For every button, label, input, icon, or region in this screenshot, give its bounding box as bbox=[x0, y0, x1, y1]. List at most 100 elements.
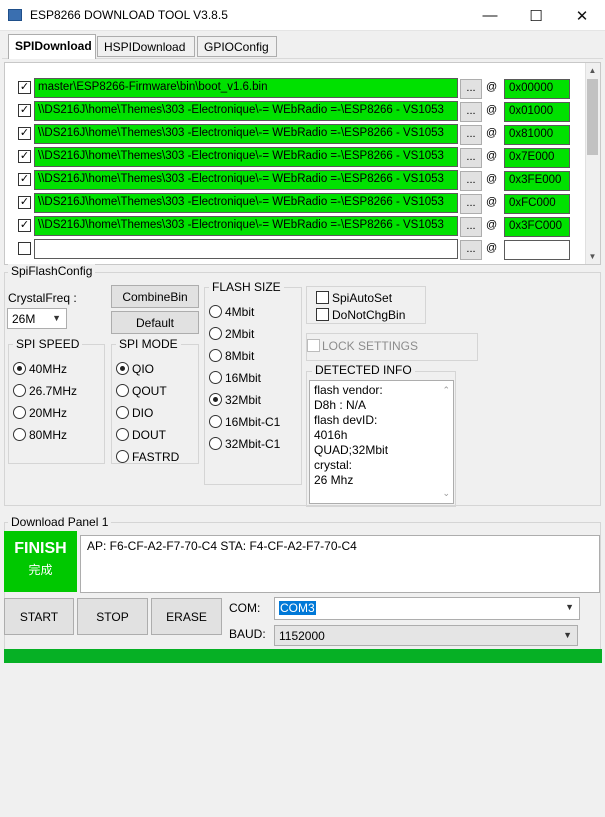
file-path-input[interactable]: \\DS216J\home\Themes\303 -Electronique\-… bbox=[34, 170, 458, 190]
start-button[interactable]: START bbox=[4, 598, 74, 635]
file-enable-checkbox[interactable]: ✓ bbox=[18, 219, 31, 232]
flash-address-input[interactable]: 0x01000 bbox=[504, 102, 570, 122]
title-bar: ESP8266 DOWNLOAD TOOL V3.8.5 — ☐ ✕ bbox=[0, 0, 605, 31]
flash-size-option-label: 8Mbit bbox=[225, 349, 255, 363]
file-enable-checkbox[interactable]: ✓ bbox=[18, 173, 31, 186]
spi-speed-option-label: 80MHz bbox=[29, 428, 68, 442]
file-browse-button[interactable]: ... bbox=[460, 79, 482, 99]
close-button[interactable]: ✕ bbox=[559, 0, 605, 31]
detected-line: D8h : N/A bbox=[314, 398, 367, 412]
stop-button[interactable]: STOP bbox=[77, 598, 148, 635]
combine-bin-button[interactable]: CombineBin bbox=[111, 285, 199, 308]
file-path-input[interactable]: \\DS216J\home\Themes\303 -Electronique\-… bbox=[34, 101, 458, 121]
default-button[interactable]: Default bbox=[111, 311, 199, 334]
baud-label: BAUD: bbox=[229, 627, 266, 641]
flash-address-input[interactable]: 0xFC000 bbox=[504, 194, 570, 214]
baud-value: 1152000 bbox=[279, 629, 325, 643]
file-enable-checkbox[interactable]: ✓ bbox=[18, 104, 31, 117]
baud-select[interactable]: 1152000 ▼ bbox=[274, 625, 578, 646]
flash-size-title: FLASH SIZE bbox=[209, 280, 284, 294]
spi-speed-option-label: 20MHz bbox=[29, 406, 68, 420]
minimize-button[interactable]: — bbox=[467, 0, 513, 31]
lock-settings-label: LOCK SETTINGS bbox=[322, 339, 419, 353]
scroll-down-icon[interactable]: ▼ bbox=[585, 249, 600, 264]
com-select[interactable]: COM3 ▼ bbox=[274, 597, 580, 620]
scroll-up-icon[interactable]: ▲ bbox=[585, 63, 600, 78]
flash-size-radio[interactable] bbox=[209, 371, 222, 384]
tab-gpioconfig[interactable]: GPIOConfig bbox=[197, 36, 277, 57]
crystal-freq-select[interactable]: 26M ▼ bbox=[7, 308, 67, 329]
window-title: ESP8266 DOWNLOAD TOOL V3.8.5 bbox=[30, 8, 228, 22]
spi-speed-option-label: 40MHz bbox=[29, 362, 68, 376]
chevron-down-icon: ▼ bbox=[563, 630, 572, 640]
flash-address-input[interactable]: 0x7E000 bbox=[504, 148, 570, 168]
chevron-down-icon[interactable]: ⌄ bbox=[442, 486, 450, 501]
file-path-input[interactable]: \\DS216J\home\Themes\303 -Electronique\-… bbox=[34, 147, 458, 167]
com-label: COM: bbox=[229, 601, 261, 615]
file-browse-button[interactable]: ... bbox=[460, 125, 482, 145]
spi-mode-option-label: QIO bbox=[132, 362, 155, 376]
file-enable-checkbox[interactable]: ✓ bbox=[18, 81, 31, 94]
file-browse-button[interactable]: ... bbox=[460, 240, 482, 260]
flash-size-option-label: 32Mbit bbox=[225, 393, 262, 407]
flash-size-radio[interactable] bbox=[209, 327, 222, 340]
spiflash-config-title: SpiFlashConfig bbox=[8, 264, 96, 278]
flash-size-radio[interactable] bbox=[209, 305, 222, 318]
file-path-input[interactable] bbox=[34, 239, 458, 259]
spi-speed-radio[interactable] bbox=[13, 384, 26, 397]
file-path-input[interactable]: \\DS216J\home\Themes\303 -Electronique\-… bbox=[34, 216, 458, 236]
file-path-input[interactable]: master\ESP8266-Firmware\bin\boot_v1.6.bi… bbox=[34, 78, 458, 98]
spi-mode-radio[interactable] bbox=[116, 362, 129, 375]
flash-address-input[interactable] bbox=[504, 240, 570, 260]
file-browse-button[interactable]: ... bbox=[460, 148, 482, 168]
flash-size-radio[interactable] bbox=[209, 393, 222, 406]
com-value: COM3 bbox=[279, 601, 316, 615]
file-path-input[interactable]: \\DS216J\home\Themes\303 -Electronique\-… bbox=[34, 193, 458, 213]
spi-mode-radio[interactable] bbox=[116, 428, 129, 441]
erase-button[interactable]: ERASE bbox=[151, 598, 222, 635]
spi-speed-radio[interactable] bbox=[13, 428, 26, 441]
status-finish-text: FINISH bbox=[14, 540, 67, 557]
status-badge: FINISH 完成 bbox=[4, 531, 77, 592]
chevron-down-icon: ▼ bbox=[52, 313, 61, 323]
file-browse-button[interactable]: ... bbox=[460, 194, 482, 214]
spi-speed-radio[interactable] bbox=[13, 406, 26, 419]
flash-size-radio[interactable] bbox=[209, 437, 222, 450]
spi-speed-radio[interactable] bbox=[13, 362, 26, 375]
spi-mode-option-label: DIO bbox=[132, 406, 154, 420]
download-panel-title: Download Panel 1 bbox=[8, 515, 112, 529]
flash-address-input[interactable]: 0x3FC000 bbox=[504, 217, 570, 237]
lock-settings-checkbox[interactable] bbox=[307, 339, 320, 352]
spi-auto-set-checkbox[interactable] bbox=[316, 291, 329, 304]
flash-address-input[interactable]: 0x3FE000 bbox=[504, 171, 570, 191]
at-sign-label: @ bbox=[486, 219, 498, 231]
spi-mode-radio[interactable] bbox=[116, 384, 129, 397]
file-browse-button[interactable]: ... bbox=[460, 217, 482, 237]
flash-address-input[interactable]: 0x00000 bbox=[504, 79, 570, 99]
scroll-thumb[interactable] bbox=[587, 79, 598, 155]
file-enable-checkbox[interactable]: ✓ bbox=[18, 196, 31, 209]
spi-mode-radio[interactable] bbox=[116, 450, 129, 463]
tab-spidownload[interactable]: SPIDownload bbox=[8, 34, 96, 59]
do-not-chg-bin-checkbox[interactable] bbox=[316, 308, 329, 321]
at-sign-label: @ bbox=[486, 242, 498, 254]
chevron-up-icon[interactable]: ⌃ bbox=[442, 383, 450, 398]
spi-speed-option-label: 26.7MHz bbox=[29, 384, 78, 398]
flash-size-radio[interactable] bbox=[209, 415, 222, 428]
chevron-down-icon: ▼ bbox=[565, 602, 574, 612]
spi-mode-radio[interactable] bbox=[116, 406, 129, 419]
flash-size-radio[interactable] bbox=[209, 349, 222, 362]
flash-size-option-label: 32Mbit-C1 bbox=[225, 437, 281, 451]
file-browse-button[interactable]: ... bbox=[460, 102, 482, 122]
flash-address-input[interactable]: 0x81000 bbox=[504, 125, 570, 145]
file-browse-button[interactable]: ... bbox=[460, 171, 482, 191]
detected-info-text: flash vendor: D8h : N/A flash devID: 401… bbox=[309, 380, 454, 504]
maximize-button[interactable]: ☐ bbox=[513, 0, 559, 31]
file-enable-checkbox[interactable] bbox=[18, 242, 31, 255]
file-enable-checkbox[interactable]: ✓ bbox=[18, 127, 31, 140]
tab-hspidownload[interactable]: HSPIDownload bbox=[97, 36, 195, 57]
file-path-input[interactable]: \\DS216J\home\Themes\303 -Electronique\-… bbox=[34, 124, 458, 144]
flash-size-option-label: 2Mbit bbox=[225, 327, 255, 341]
detected-info-title: DETECTED INFO bbox=[312, 363, 415, 377]
file-enable-checkbox[interactable]: ✓ bbox=[18, 150, 31, 163]
